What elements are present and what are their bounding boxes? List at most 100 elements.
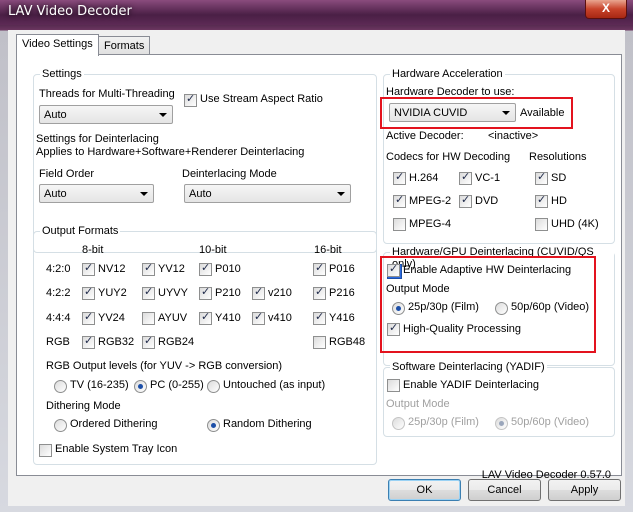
rgb-tv-label: TV (16-235) xyxy=(70,379,129,391)
hw-deint-highlight xyxy=(380,256,596,353)
rgb-pc-radio[interactable] xyxy=(134,380,147,393)
rgb48-label: RGB48 xyxy=(329,336,366,348)
rgb-untouched-label: Untouched (as input) xyxy=(223,379,326,391)
ordered-dithering-label: Ordered Dithering xyxy=(70,418,158,430)
threads-combo[interactable]: Auto xyxy=(39,105,173,124)
p216-label: P216 xyxy=(329,287,355,299)
col-8bit-label: 8-bit xyxy=(82,244,104,256)
col-10bit-label: 10-bit xyxy=(199,244,227,256)
ok-button[interactable]: OK xyxy=(388,479,461,501)
deint-mode-combo-value: Auto xyxy=(189,188,212,200)
app-window: LAV Video Decoder X Video Settings Forma… xyxy=(0,0,633,512)
threads-label: Threads for Multi-Threading xyxy=(39,88,175,100)
yuy2-label: YUY2 xyxy=(98,287,127,299)
sd-checkbox[interactable] xyxy=(535,170,548,185)
deint-applies-label: Applies to Hardware+Software+Renderer De… xyxy=(36,146,305,158)
stream-aspect-label: Use Stream Aspect Ratio xyxy=(200,93,323,105)
hd-label: HD xyxy=(551,195,567,207)
y416-checkbox[interactable] xyxy=(313,310,326,325)
sw-film-radio[interactable] xyxy=(392,417,405,430)
rgb24-checkbox[interactable] xyxy=(142,334,155,349)
deint-settings-label: Settings for Deinterlacing xyxy=(36,133,159,145)
dialog-client-area: Video Settings Formats Settings Threads … xyxy=(8,30,625,506)
yv24-checkbox[interactable] xyxy=(82,310,95,325)
vc1-label: VC-1 xyxy=(475,172,501,184)
rgb24-label: RGB24 xyxy=(158,336,195,348)
field-order-label: Field Order xyxy=(39,168,95,180)
window-title: LAV Video Decoder xyxy=(8,4,132,19)
yadif-label: Enable YADIF Deinterlacing xyxy=(403,379,539,391)
v410-checkbox[interactable] xyxy=(252,310,265,325)
row-rgb-label: RGB xyxy=(46,336,70,348)
v210-checkbox[interactable] xyxy=(252,285,265,300)
hd-checkbox[interactable] xyxy=(535,193,548,208)
p010-label: P010 xyxy=(215,263,241,275)
dvd-checkbox[interactable] xyxy=(459,193,472,208)
field-order-combo-value: Auto xyxy=(44,188,67,200)
tab-formats[interactable]: Formats xyxy=(98,36,151,55)
mpeg4-label: MPEG-4 xyxy=(409,218,452,230)
yv12-label: YV12 xyxy=(158,263,185,275)
yadif-checkbox[interactable] xyxy=(387,379,400,392)
nv12-label: NV12 xyxy=(98,263,126,275)
active-decoder-label: Active Decoder: xyxy=(386,130,464,142)
h264-checkbox[interactable] xyxy=(393,170,406,185)
sw-video-label: 50p/60p (Video) xyxy=(511,416,590,428)
tab-video-settings[interactable]: Video Settings xyxy=(16,34,99,56)
col-16bit-label: 16-bit xyxy=(314,244,342,256)
vc1-checkbox[interactable] xyxy=(459,170,472,185)
cancel-button[interactable]: Cancel xyxy=(468,479,541,501)
p210-label: P210 xyxy=(215,287,241,299)
random-dithering-label: Random Dithering xyxy=(223,418,312,430)
output-formats-label: Output Formats xyxy=(40,225,121,237)
hw-decoder-highlight xyxy=(380,97,573,129)
yuy2-checkbox[interactable] xyxy=(82,285,95,300)
sw-output-mode-label: Output Mode xyxy=(386,398,450,410)
title-bar[interactable]: LAV Video Decoder X xyxy=(0,0,633,25)
chevron-down-icon xyxy=(140,192,148,196)
active-decoder-value: <inactive> xyxy=(488,130,539,142)
p216-checkbox[interactable] xyxy=(313,285,326,300)
uyvy-checkbox[interactable] xyxy=(142,285,155,300)
v210-label: v210 xyxy=(268,287,292,299)
row-420-label: 4:2:0 xyxy=(46,263,71,275)
system-tray-label: Enable System Tray Icon xyxy=(55,443,178,455)
row-422-label: 4:2:2 xyxy=(46,287,71,299)
y410-checkbox[interactable] xyxy=(199,310,212,325)
yv24-label: YV24 xyxy=(98,312,125,324)
system-tray-checkbox[interactable] xyxy=(39,444,52,457)
ordered-dithering-radio[interactable] xyxy=(54,419,67,432)
rgb48-checkbox[interactable] xyxy=(313,336,326,349)
rgb-untouched-radio[interactable] xyxy=(207,380,220,393)
ayuv-checkbox[interactable] xyxy=(142,312,155,325)
field-order-combo[interactable]: Auto xyxy=(39,184,154,203)
codecs-label: Codecs for HW Decoding xyxy=(386,151,511,163)
settings-group-label: Settings xyxy=(40,68,84,80)
p210-checkbox[interactable] xyxy=(199,285,212,300)
p016-label: P016 xyxy=(329,263,355,275)
hw-accel-group-label: Hardware Acceleration xyxy=(390,68,505,80)
random-dithering-radio[interactable] xyxy=(207,419,220,432)
apply-button[interactable]: Apply xyxy=(548,479,621,501)
deint-mode-combo[interactable]: Auto xyxy=(184,184,351,203)
mpeg4-checkbox[interactable] xyxy=(393,218,406,231)
yv12-checkbox[interactable] xyxy=(142,261,155,276)
uhd-checkbox[interactable] xyxy=(535,218,548,231)
chevron-down-icon xyxy=(337,192,345,196)
resolutions-label: Resolutions xyxy=(529,151,587,163)
sw-video-radio[interactable] xyxy=(495,417,508,430)
nv12-checkbox[interactable] xyxy=(82,261,95,276)
rgb-tv-radio[interactable] xyxy=(54,380,67,393)
rgb-pc-label: PC (0-255) xyxy=(150,379,204,391)
chevron-down-icon xyxy=(159,113,167,117)
v410-label: v410 xyxy=(268,312,292,324)
sw-film-label: 25p/30p (Film) xyxy=(408,416,479,428)
close-button[interactable]: X xyxy=(585,0,627,19)
mpeg2-checkbox[interactable] xyxy=(393,193,406,208)
p016-checkbox[interactable] xyxy=(313,261,326,276)
p010-checkbox[interactable] xyxy=(199,261,212,276)
sw-deint-group-label: Software Deinterlacing (YADIF) xyxy=(390,361,547,373)
stream-aspect-checkbox[interactable] xyxy=(184,92,197,107)
rgb32-checkbox[interactable] xyxy=(82,334,95,349)
y416-label: Y416 xyxy=(329,312,355,324)
